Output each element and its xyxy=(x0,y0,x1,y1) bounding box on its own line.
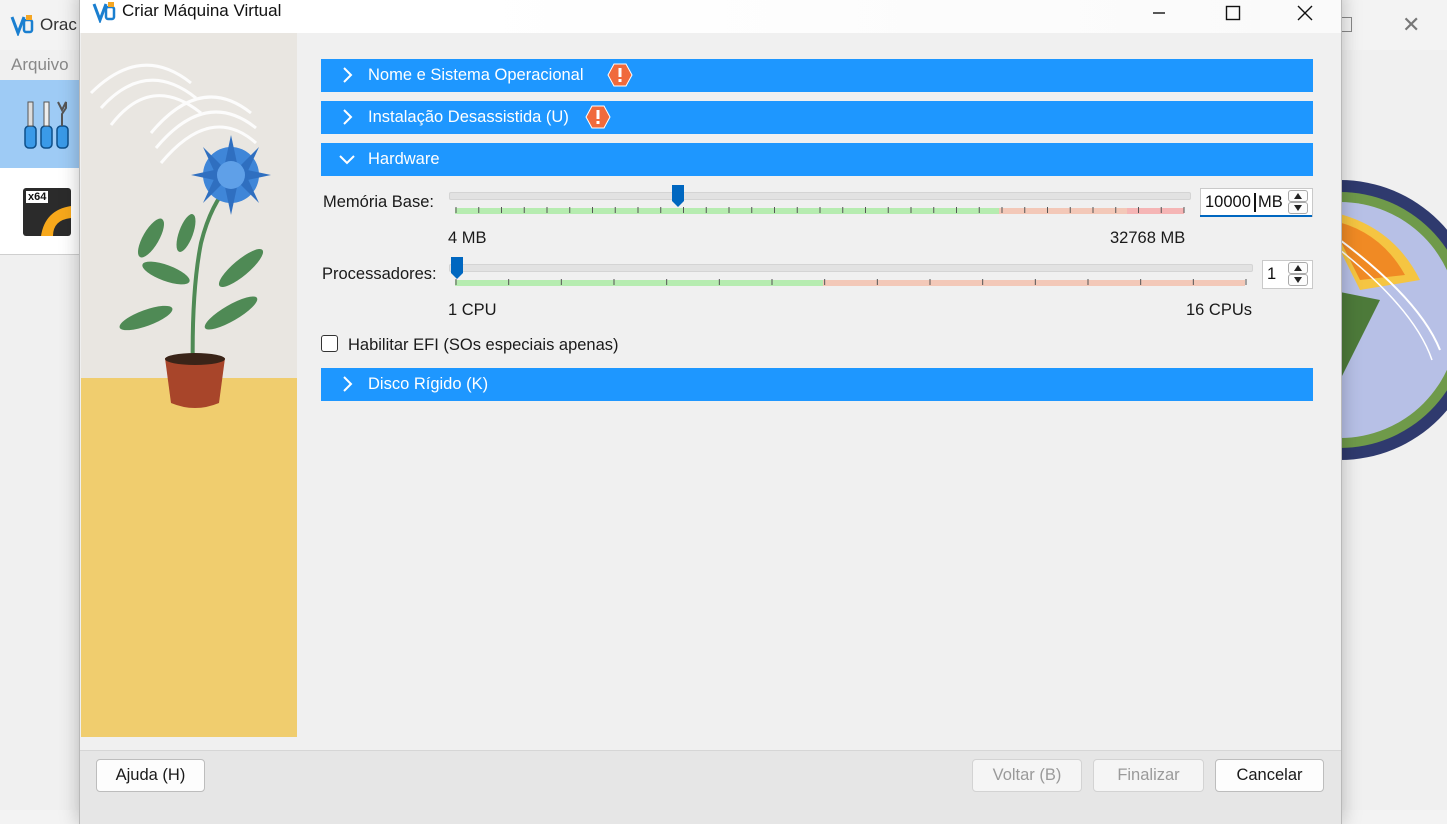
memory-value: 10000 xyxy=(1205,193,1251,211)
memory-spinbox[interactable]: 10000 MB xyxy=(1200,188,1313,217)
close-icon xyxy=(1297,5,1313,21)
dialog-title: Criar Máquina Virtual xyxy=(122,1,282,20)
memory-slider[interactable] xyxy=(449,192,1191,200)
chevron-down-icon xyxy=(339,155,355,165)
section-hardware-label: Hardware xyxy=(368,150,440,168)
section-unattended[interactable]: Instalação Desassistida (U) xyxy=(321,101,1313,134)
processors-min-label: 1 CPU xyxy=(448,301,497,319)
section-unattended-label: Instalação Desassistida (U) xyxy=(368,108,569,126)
back-button[interactable]: Voltar (B) xyxy=(972,759,1082,792)
section-disk[interactable]: Disco Rígido (K) xyxy=(321,368,1313,401)
virtualbox-logo-icon xyxy=(10,15,34,36)
finish-button[interactable]: Finalizar xyxy=(1093,759,1204,792)
dialog-footer: Ajuda (H) Voltar (B) Finalizar Cancelar xyxy=(80,750,1341,824)
section-name-os-label: Nome e Sistema Operacional xyxy=(368,66,584,84)
dialog-titlebar: Criar Máquina Virtual xyxy=(80,0,1341,33)
efi-label[interactable]: Habilitar EFI (SOs especiais apenas) xyxy=(348,336,619,355)
text-caret xyxy=(1254,193,1256,212)
memory-unit: MB xyxy=(1258,193,1283,211)
memory-label: Memória Base: xyxy=(323,193,434,211)
wizard-illustration xyxy=(81,33,297,737)
processors-max-label: 16 CPUs xyxy=(1186,301,1253,319)
processors-label: Processadores: xyxy=(322,265,437,283)
vm-list-item[interactable]: x64 xyxy=(0,168,80,255)
caret-up-icon xyxy=(1294,193,1302,199)
memory-slider-handle[interactable] xyxy=(671,184,685,208)
processors-increase-button[interactable] xyxy=(1288,262,1308,274)
tools-icon xyxy=(24,101,69,149)
vm-os-icon: x64 xyxy=(23,188,71,236)
tools-item[interactable] xyxy=(0,80,80,169)
memory-spinbox-focus xyxy=(1200,215,1312,217)
processors-spinbox[interactable]: 1 xyxy=(1262,260,1313,289)
main-window-title: Orac xyxy=(40,15,77,34)
section-hardware[interactable]: Hardware xyxy=(321,143,1313,176)
cancel-button[interactable]: Cancelar xyxy=(1215,759,1324,792)
memory-min-label: 4 MB xyxy=(448,229,487,247)
virtualbox-logo-icon xyxy=(92,2,116,23)
processors-slider[interactable] xyxy=(449,264,1253,272)
processors-decrease-button[interactable] xyxy=(1288,274,1308,286)
close-button[interactable] xyxy=(1270,0,1340,33)
warning-icon xyxy=(585,105,611,129)
efi-checkbox[interactable] xyxy=(321,335,338,352)
chevron-right-icon xyxy=(343,109,353,125)
memory-decrease-button[interactable] xyxy=(1288,202,1308,214)
main-close-icon[interactable]: ✕ xyxy=(1402,12,1420,38)
warning-icon xyxy=(607,63,633,87)
vm-badge: x64 xyxy=(26,191,49,203)
help-button[interactable]: Ajuda (H) xyxy=(96,759,205,792)
memory-ticks xyxy=(455,207,1185,213)
section-disk-label: Disco Rígido (K) xyxy=(368,375,489,393)
caret-down-icon xyxy=(1294,277,1302,283)
minimize-icon xyxy=(1153,12,1165,14)
maximize-icon xyxy=(1225,5,1241,21)
processors-ticks xyxy=(455,279,1247,285)
caret-down-icon xyxy=(1294,205,1302,211)
processors-value: 1 xyxy=(1267,265,1277,283)
caret-up-icon xyxy=(1294,265,1302,271)
memory-max-label: 32768 MB xyxy=(1110,229,1186,247)
create-vm-dialog: Criar Máquina Virtual Nome e Sistema Ope… xyxy=(79,0,1342,824)
chevron-right-icon xyxy=(343,376,353,392)
memory-increase-button[interactable] xyxy=(1288,190,1308,202)
maximize-button[interactable] xyxy=(1198,0,1268,33)
processors-slider-handle[interactable] xyxy=(450,256,464,280)
menu-arquivo[interactable]: Arquivo xyxy=(11,55,69,75)
minimize-button[interactable] xyxy=(1124,0,1194,33)
chevron-right-icon xyxy=(343,67,353,83)
section-name-os[interactable]: Nome e Sistema Operacional xyxy=(321,59,1313,92)
